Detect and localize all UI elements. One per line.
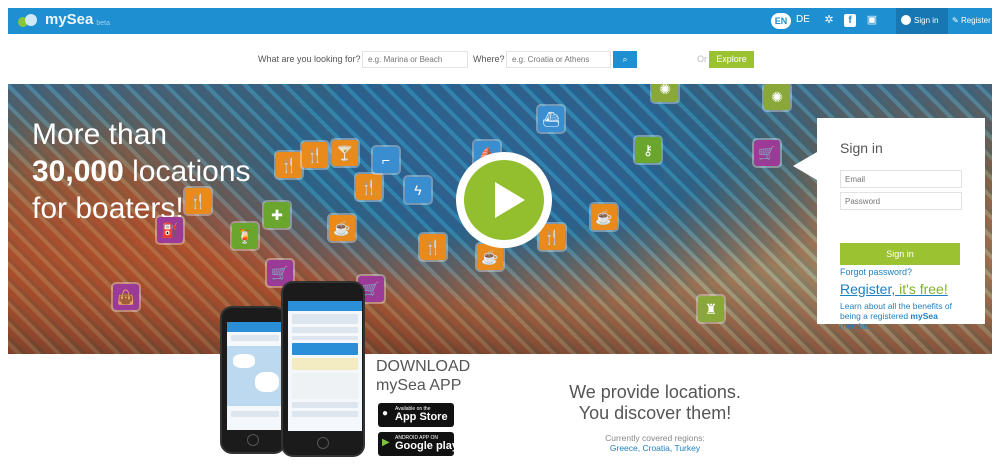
hero-banner: More than 30,000 locations for boaters! … xyxy=(8,84,992,354)
google-play-icon: ▶ xyxy=(382,437,390,448)
phone-home-button xyxy=(317,437,329,449)
search-icon: ⌕ xyxy=(622,54,628,64)
logo-icon xyxy=(18,12,40,28)
pencil-icon: ✎ xyxy=(952,16,959,25)
learn-benefits-link[interactable]: Learn about all the benefits of being a … xyxy=(840,301,962,331)
download-heading: DOWNLOAD mySea APP xyxy=(376,357,470,395)
hero-line-2: locations xyxy=(123,155,251,188)
user-icon xyxy=(901,15,911,25)
search-button[interactable]: ⌕ xyxy=(613,51,637,68)
register-nav-button[interactable]: ✎ Register xyxy=(952,8,991,34)
download-line-1: DOWNLOAD xyxy=(376,358,471,375)
learn-brand: mySea xyxy=(910,311,938,321)
facebook-icon[interactable]: f xyxy=(844,14,856,27)
restaurant-marker-icon[interactable]: 🍴 xyxy=(185,188,211,214)
regions-label: Currently covered regions: xyxy=(605,433,705,443)
email-field[interactable] xyxy=(840,170,962,188)
attraction-marker-icon[interactable]: ✺ xyxy=(764,84,790,110)
phone-mockup-detail xyxy=(281,281,365,457)
google-play-label: Google play xyxy=(395,440,458,452)
register-link-free: it's free! xyxy=(899,281,948,297)
tagline-line-1: We provide locations. xyxy=(569,382,741,402)
fuel-marker-icon[interactable]: ⛽ xyxy=(157,217,183,243)
signin-panel-title: Sign in xyxy=(840,140,883,156)
register-nav-label: Register xyxy=(960,16,991,25)
tagline-line-2: You discover them! xyxy=(578,403,732,423)
what-search-input[interactable] xyxy=(362,51,468,68)
hero-count: 30,000 xyxy=(32,155,124,188)
pharmacy-marker-icon[interactable]: ✚ xyxy=(264,202,290,228)
cafe-marker-icon[interactable]: ☕ xyxy=(591,204,617,230)
restaurant-marker-icon[interactable]: 🍴 xyxy=(276,152,302,178)
boat-marker-icon[interactable]: ⛴ xyxy=(538,106,564,132)
restaurant-marker-icon[interactable]: 🍴 xyxy=(356,174,382,200)
language-en-button[interactable]: EN xyxy=(771,13,791,29)
register-link-text: Register, xyxy=(840,281,900,297)
cafe-marker-icon[interactable]: ☕ xyxy=(477,244,503,270)
signin-nav-button[interactable]: Sign in xyxy=(896,8,948,34)
play-video-button[interactable] xyxy=(456,152,552,248)
youtube-icon[interactable]: ▣ xyxy=(866,14,878,27)
restaurant-marker-icon[interactable]: 🍴 xyxy=(302,142,328,168)
explore-button[interactable]: Explore xyxy=(709,51,754,68)
play-icon xyxy=(464,160,544,240)
shopping-bag-marker-icon[interactable]: 👜 xyxy=(113,284,139,310)
download-line-2: mySea APP xyxy=(376,377,462,394)
app-store-label: App Store xyxy=(395,411,448,423)
signin-nav-label: Sign in xyxy=(914,16,939,25)
tower-marker-icon[interactable]: ♜ xyxy=(698,296,724,322)
learn-end: member. xyxy=(840,321,874,331)
tagline: We provide locations. You discover them! xyxy=(540,382,770,424)
search-row: What are you looking for? Where? ⌕ Or Ex… xyxy=(0,50,994,70)
regions-links[interactable]: Greece, Croatia, Turkey xyxy=(540,443,770,453)
where-label: Where? xyxy=(473,54,505,64)
app-store-button[interactable]: ● Available on the App Store xyxy=(378,403,454,427)
key-marker-icon[interactable]: ⚷ xyxy=(635,137,661,163)
hero-headline: More than 30,000 locations for boaters! xyxy=(32,116,251,227)
electricity-marker-icon[interactable]: ϟ xyxy=(405,177,431,203)
attraction-marker-icon[interactable]: ✺ xyxy=(652,84,678,102)
shopping-cart-marker-icon[interactable]: 🛒 xyxy=(754,140,780,166)
hero-line-3: for boaters! xyxy=(32,192,184,225)
cocktail-bar-marker-icon[interactable]: 🍸 xyxy=(332,140,358,166)
phone-map-screen xyxy=(227,322,283,430)
top-navigation-bar: mySea beta EN DE ✲ f ▣ Sign in ✎ Registe… xyxy=(8,8,992,34)
apple-icon: ● xyxy=(382,408,389,419)
register-link[interactable]: Register, it's free! xyxy=(840,281,948,297)
password-field[interactable] xyxy=(840,192,962,210)
or-label: Or xyxy=(697,54,707,64)
bar-marker-icon[interactable]: 🍹 xyxy=(232,223,258,249)
what-label: What are you looking for? xyxy=(258,54,361,64)
shower-marker-icon[interactable]: ⌐ xyxy=(373,147,399,173)
restaurant-marker-icon[interactable]: 🍴 xyxy=(420,234,446,260)
phone-detail-screen xyxy=(288,301,362,431)
language-de-button[interactable]: DE xyxy=(796,14,810,25)
cafe-marker-icon[interactable]: ☕ xyxy=(329,215,355,241)
logo-text: mySea xyxy=(45,11,94,28)
signin-submit-button[interactable]: Sign in xyxy=(840,243,960,265)
phone-mockup-map xyxy=(220,306,286,454)
phone-home-button xyxy=(247,434,259,446)
logo[interactable]: mySea beta xyxy=(18,11,110,28)
android-icon[interactable]: ✲ xyxy=(823,14,835,27)
where-search-input[interactable] xyxy=(506,51,611,68)
signin-panel: Sign in Sign in Forgot password? Registe… xyxy=(793,118,985,331)
logo-beta-tag: beta xyxy=(96,19,110,27)
google-play-button[interactable]: ▶ ANDROID APP ON Google play xyxy=(378,432,458,456)
forgot-password-link[interactable]: Forgot password? xyxy=(840,267,912,277)
hero-line-1: More than xyxy=(32,118,168,151)
